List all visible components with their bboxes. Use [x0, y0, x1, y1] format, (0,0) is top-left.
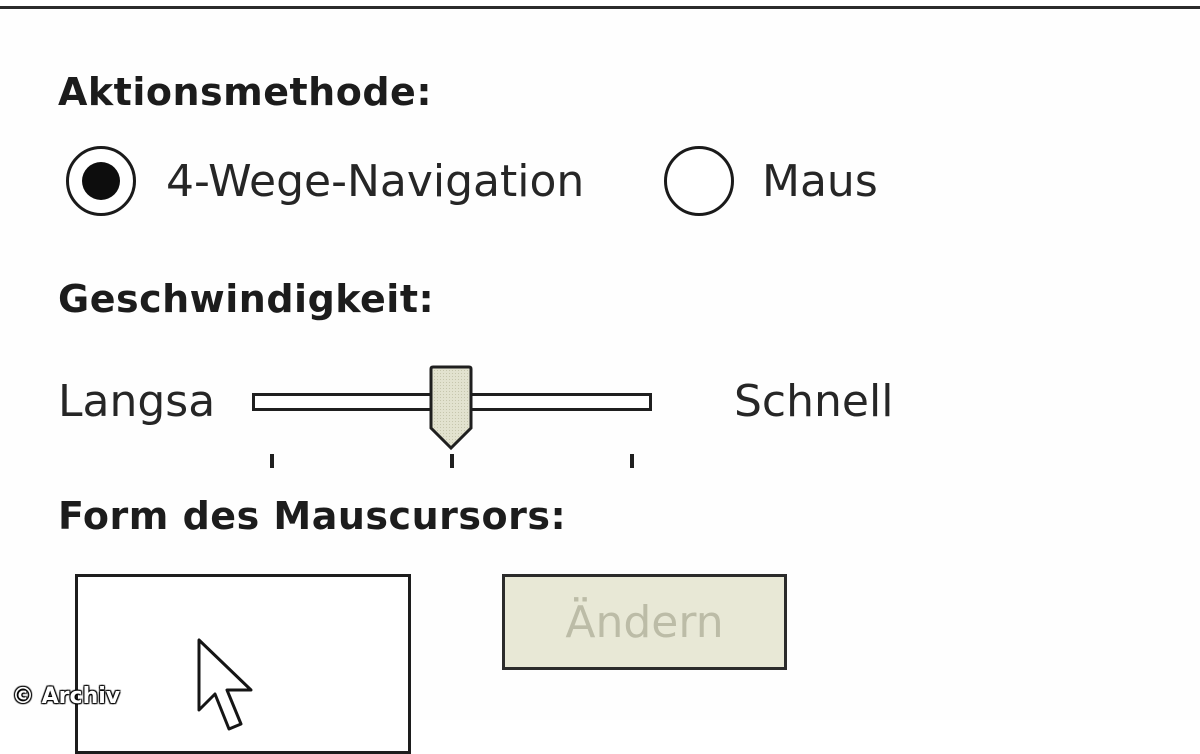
arrow-cursor-icon: [197, 638, 253, 731]
copyright-watermark: © Archiv: [12, 684, 121, 709]
radio-label-mouse[interactable]: Maus: [762, 156, 878, 207]
radio-mouse[interactable]: Maus: [664, 143, 878, 219]
section-heading-cursor-shape: Form des Mauscursors:: [58, 494, 567, 538]
section-heading-action-method: Aktionsmethode:: [58, 70, 433, 114]
radio-label-4-way-navigation[interactable]: 4-Wege-Navigation: [166, 156, 584, 207]
section-heading-speed: Geschwindigkeit:: [58, 277, 435, 321]
radio-4-way-navigation[interactable]: 4-Wege-Navigation: [66, 143, 584, 219]
slider-tick-max: [630, 454, 634, 468]
cursor-preview-box: [75, 574, 411, 754]
radio-selected-dot: [82, 162, 120, 200]
slider-max-label: Schnell: [734, 376, 894, 427]
slider-tick-min: [270, 454, 274, 468]
slider-min-label: Langsa: [58, 376, 216, 427]
radio-circle-selected[interactable]: [66, 146, 136, 216]
change-button[interactable]: Ändern: [502, 574, 787, 670]
settings-panel: Aktionsmethode: 4-Wege-Navigation Maus G…: [0, 0, 1200, 754]
speed-slider-thumb[interactable]: [428, 364, 474, 452]
panel-top-border: [0, 6, 1200, 9]
radio-circle-unselected[interactable]: [664, 146, 734, 216]
slider-tick-middle: [450, 454, 454, 468]
